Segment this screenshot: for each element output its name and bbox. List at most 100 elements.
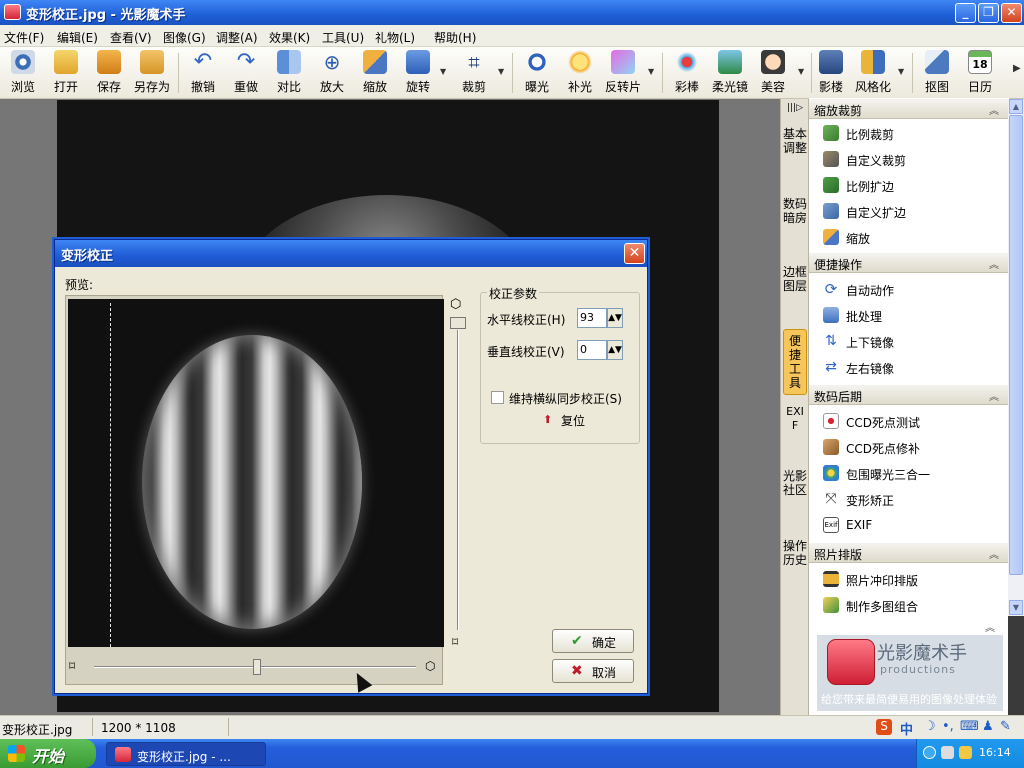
vertical-input[interactable]: 0 — [577, 340, 607, 360]
sync-checkbox[interactable] — [491, 391, 504, 404]
stylize-dropdown-icon[interactable]: ▼ — [898, 67, 904, 76]
reversal-film-button[interactable]: 反转片 — [603, 50, 643, 96]
restore-button[interactable]: ❐ — [978, 3, 999, 23]
section-photo-layout[interactable]: 照片排版 ︽ — [809, 542, 1009, 563]
cutout-button[interactable]: 抠图 — [917, 50, 957, 96]
menu-adjust[interactable]: 调整(A) — [216, 29, 258, 46]
collapse-panel-icon[interactable]: |||▷ — [783, 101, 807, 115]
item-distortion-correct[interactable]: ⤧ 变形矫正 — [809, 486, 1009, 512]
taskbar-item[interactable]: 变形校正.jpg - ... — [106, 742, 266, 766]
open-button[interactable]: 打开 — [46, 50, 86, 96]
moon-icon[interactable]: ☽ — [924, 719, 936, 734]
section-quick-ops[interactable]: 便捷操作 ︽ — [809, 252, 1009, 273]
ime-mode[interactable]: 中 — [900, 719, 913, 738]
menu-tools[interactable]: 工具(U) — [322, 29, 364, 46]
item-resize[interactable]: 缩放 — [809, 224, 1009, 250]
clock[interactable]: 16:14 — [979, 746, 1011, 759]
undo-button[interactable]: ↶ 撤销 — [183, 50, 223, 96]
menu-view[interactable]: 查看(V) — [110, 29, 152, 46]
collapse-icon[interactable]: ︽ — [985, 619, 995, 634]
scroll-up-icon[interactable]: ▲ — [1009, 99, 1023, 114]
user-icon[interactable]: ♟ — [982, 719, 994, 734]
browse-button[interactable]: 浏览 — [3, 50, 43, 96]
cancel-button[interactable]: ✖ 取消 — [552, 659, 634, 683]
exposure-button[interactable]: 曝光 — [517, 50, 557, 96]
item-flip-horizontal[interactable]: ⇄ 左右镜像 — [809, 354, 1009, 380]
item-custom-expand[interactable]: 自定义扩边 — [809, 198, 1009, 224]
menu-gifts[interactable]: 礼物(L) — [375, 29, 415, 46]
beauty-dropdown-icon[interactable]: ▼ — [798, 67, 804, 76]
punct-icon[interactable]: •, — [942, 719, 954, 734]
calendar-button[interactable]: 18 日历 — [960, 50, 1000, 96]
toolbar-overflow-icon[interactable]: ▶ — [1013, 63, 1021, 74]
item-flip-vertical[interactable]: ⇅ 上下镜像 — [809, 328, 1009, 354]
tab-exif[interactable]: EXIF — [783, 405, 807, 433]
item-print-layout[interactable]: 照片冲印排版 — [809, 566, 1009, 592]
menu-image[interactable]: 图像(G) — [163, 29, 206, 46]
vertical-slider-thumb[interactable] — [450, 317, 466, 329]
horizontal-slider-thumb[interactable] — [253, 659, 261, 675]
vertical-spinner[interactable]: ▲▼ — [607, 340, 623, 360]
ime-bar[interactable]: S 中 ☽ •, ⌨ ♟ ✎ — [872, 719, 1018, 738]
resize-button[interactable]: 缩放 — [355, 50, 395, 96]
save-as-button[interactable]: 另存为 — [132, 50, 172, 96]
volume-icon[interactable] — [959, 746, 972, 759]
item-exif[interactable]: Exif EXIF — [809, 512, 1009, 538]
start-button[interactable]: 开始 — [0, 739, 96, 768]
preview-image[interactable] — [68, 299, 444, 647]
sogou-icon[interactable]: S — [876, 719, 892, 735]
ok-button[interactable]: ✔ 确定 — [552, 629, 634, 653]
close-button[interactable]: ✕ — [1001, 3, 1022, 23]
save-button[interactable]: 保存 — [89, 50, 129, 96]
dialog-title-bar[interactable]: 变形校正 ✕ — [55, 240, 647, 267]
tab-basic-adjust[interactable]: 基本调整 — [783, 127, 807, 155]
crop-button[interactable]: ⌗ 裁剪 — [454, 50, 494, 96]
tab-darkroom[interactable]: 数码暗房 — [783, 197, 807, 225]
tab-convenient-tools[interactable]: 便捷工具 — [783, 329, 807, 395]
panel-scrollbar[interactable]: ▲ ▼ — [1008, 99, 1024, 616]
item-ccd-test[interactable]: CCD死点测试 — [809, 408, 1009, 434]
studio-button[interactable]: 影楼 — [811, 50, 851, 96]
item-batch[interactable]: 批处理 — [809, 302, 1009, 328]
reset-button[interactable]: ⬆ 复位 — [543, 411, 603, 431]
rotate-dropdown-icon[interactable]: ▼ — [440, 67, 446, 76]
minimize-button[interactable]: _ — [955, 3, 976, 23]
redo-button[interactable]: ↷ 重做 — [226, 50, 266, 96]
item-multi-image[interactable]: 制作多图组合 — [809, 592, 1009, 618]
menu-file[interactable]: 文件(F) — [4, 29, 44, 46]
menu-edit[interactable]: 编辑(E) — [57, 29, 98, 46]
crop-dropdown-icon[interactable]: ▼ — [498, 67, 504, 76]
tab-history[interactable]: 操作历史 — [783, 539, 807, 567]
vertical-slider[interactable]: ⬡ ⌑ — [446, 295, 470, 657]
item-ccd-repair[interactable]: CCD死点修补 — [809, 434, 1009, 460]
guide-line[interactable] — [110, 303, 111, 647]
color-stick-button[interactable]: 彩棒 — [667, 50, 707, 96]
item-ratio-crop[interactable]: 比例裁剪 — [809, 120, 1009, 146]
horizontal-spinner[interactable]: ▲▼ — [607, 308, 623, 328]
section-digital-post[interactable]: 数码后期 ︽ — [809, 384, 1009, 405]
fill-light-button[interactable]: 补光 — [560, 50, 600, 96]
network-icon[interactable] — [941, 746, 954, 759]
item-custom-crop[interactable]: 自定义裁剪 — [809, 146, 1009, 172]
keyboard-icon[interactable]: ⌨ — [960, 719, 979, 734]
tray-back-icon[interactable] — [923, 746, 936, 759]
scroll-thumb[interactable] — [1009, 115, 1023, 575]
item-auto-action[interactable]: ⟳ 自动动作 — [809, 276, 1009, 302]
compare-button[interactable]: 对比 — [269, 50, 309, 96]
rotate-button[interactable]: 旋转 — [398, 50, 438, 96]
tab-frame-layer[interactable]: 边框图层 — [783, 265, 807, 293]
item-bracket-merge[interactable]: 包围曝光三合一 — [809, 460, 1009, 486]
dialog-close-button[interactable]: ✕ — [624, 243, 645, 264]
menu-help[interactable]: 帮助(H) — [434, 29, 476, 46]
zoom-in-button[interactable]: ⊕ 放大 — [312, 50, 352, 96]
beauty-button[interactable]: 美容 — [753, 50, 793, 96]
section-zoom-crop[interactable]: 缩放裁剪 ︽ — [809, 98, 1009, 119]
soft-focus-button[interactable]: 柔光镜 — [710, 50, 750, 96]
effects-dropdown-icon[interactable]: ▼ — [648, 67, 654, 76]
wrench-icon[interactable]: ✎ — [1000, 719, 1011, 734]
scroll-down-icon[interactable]: ▼ — [1009, 600, 1023, 615]
item-ratio-expand[interactable]: 比例扩边 — [809, 172, 1009, 198]
tab-community[interactable]: 光影社区 — [783, 469, 807, 497]
horizontal-slider[interactable]: ⌑ ⬡ — [67, 656, 445, 680]
stylize-button[interactable]: 风格化 — [853, 50, 893, 96]
